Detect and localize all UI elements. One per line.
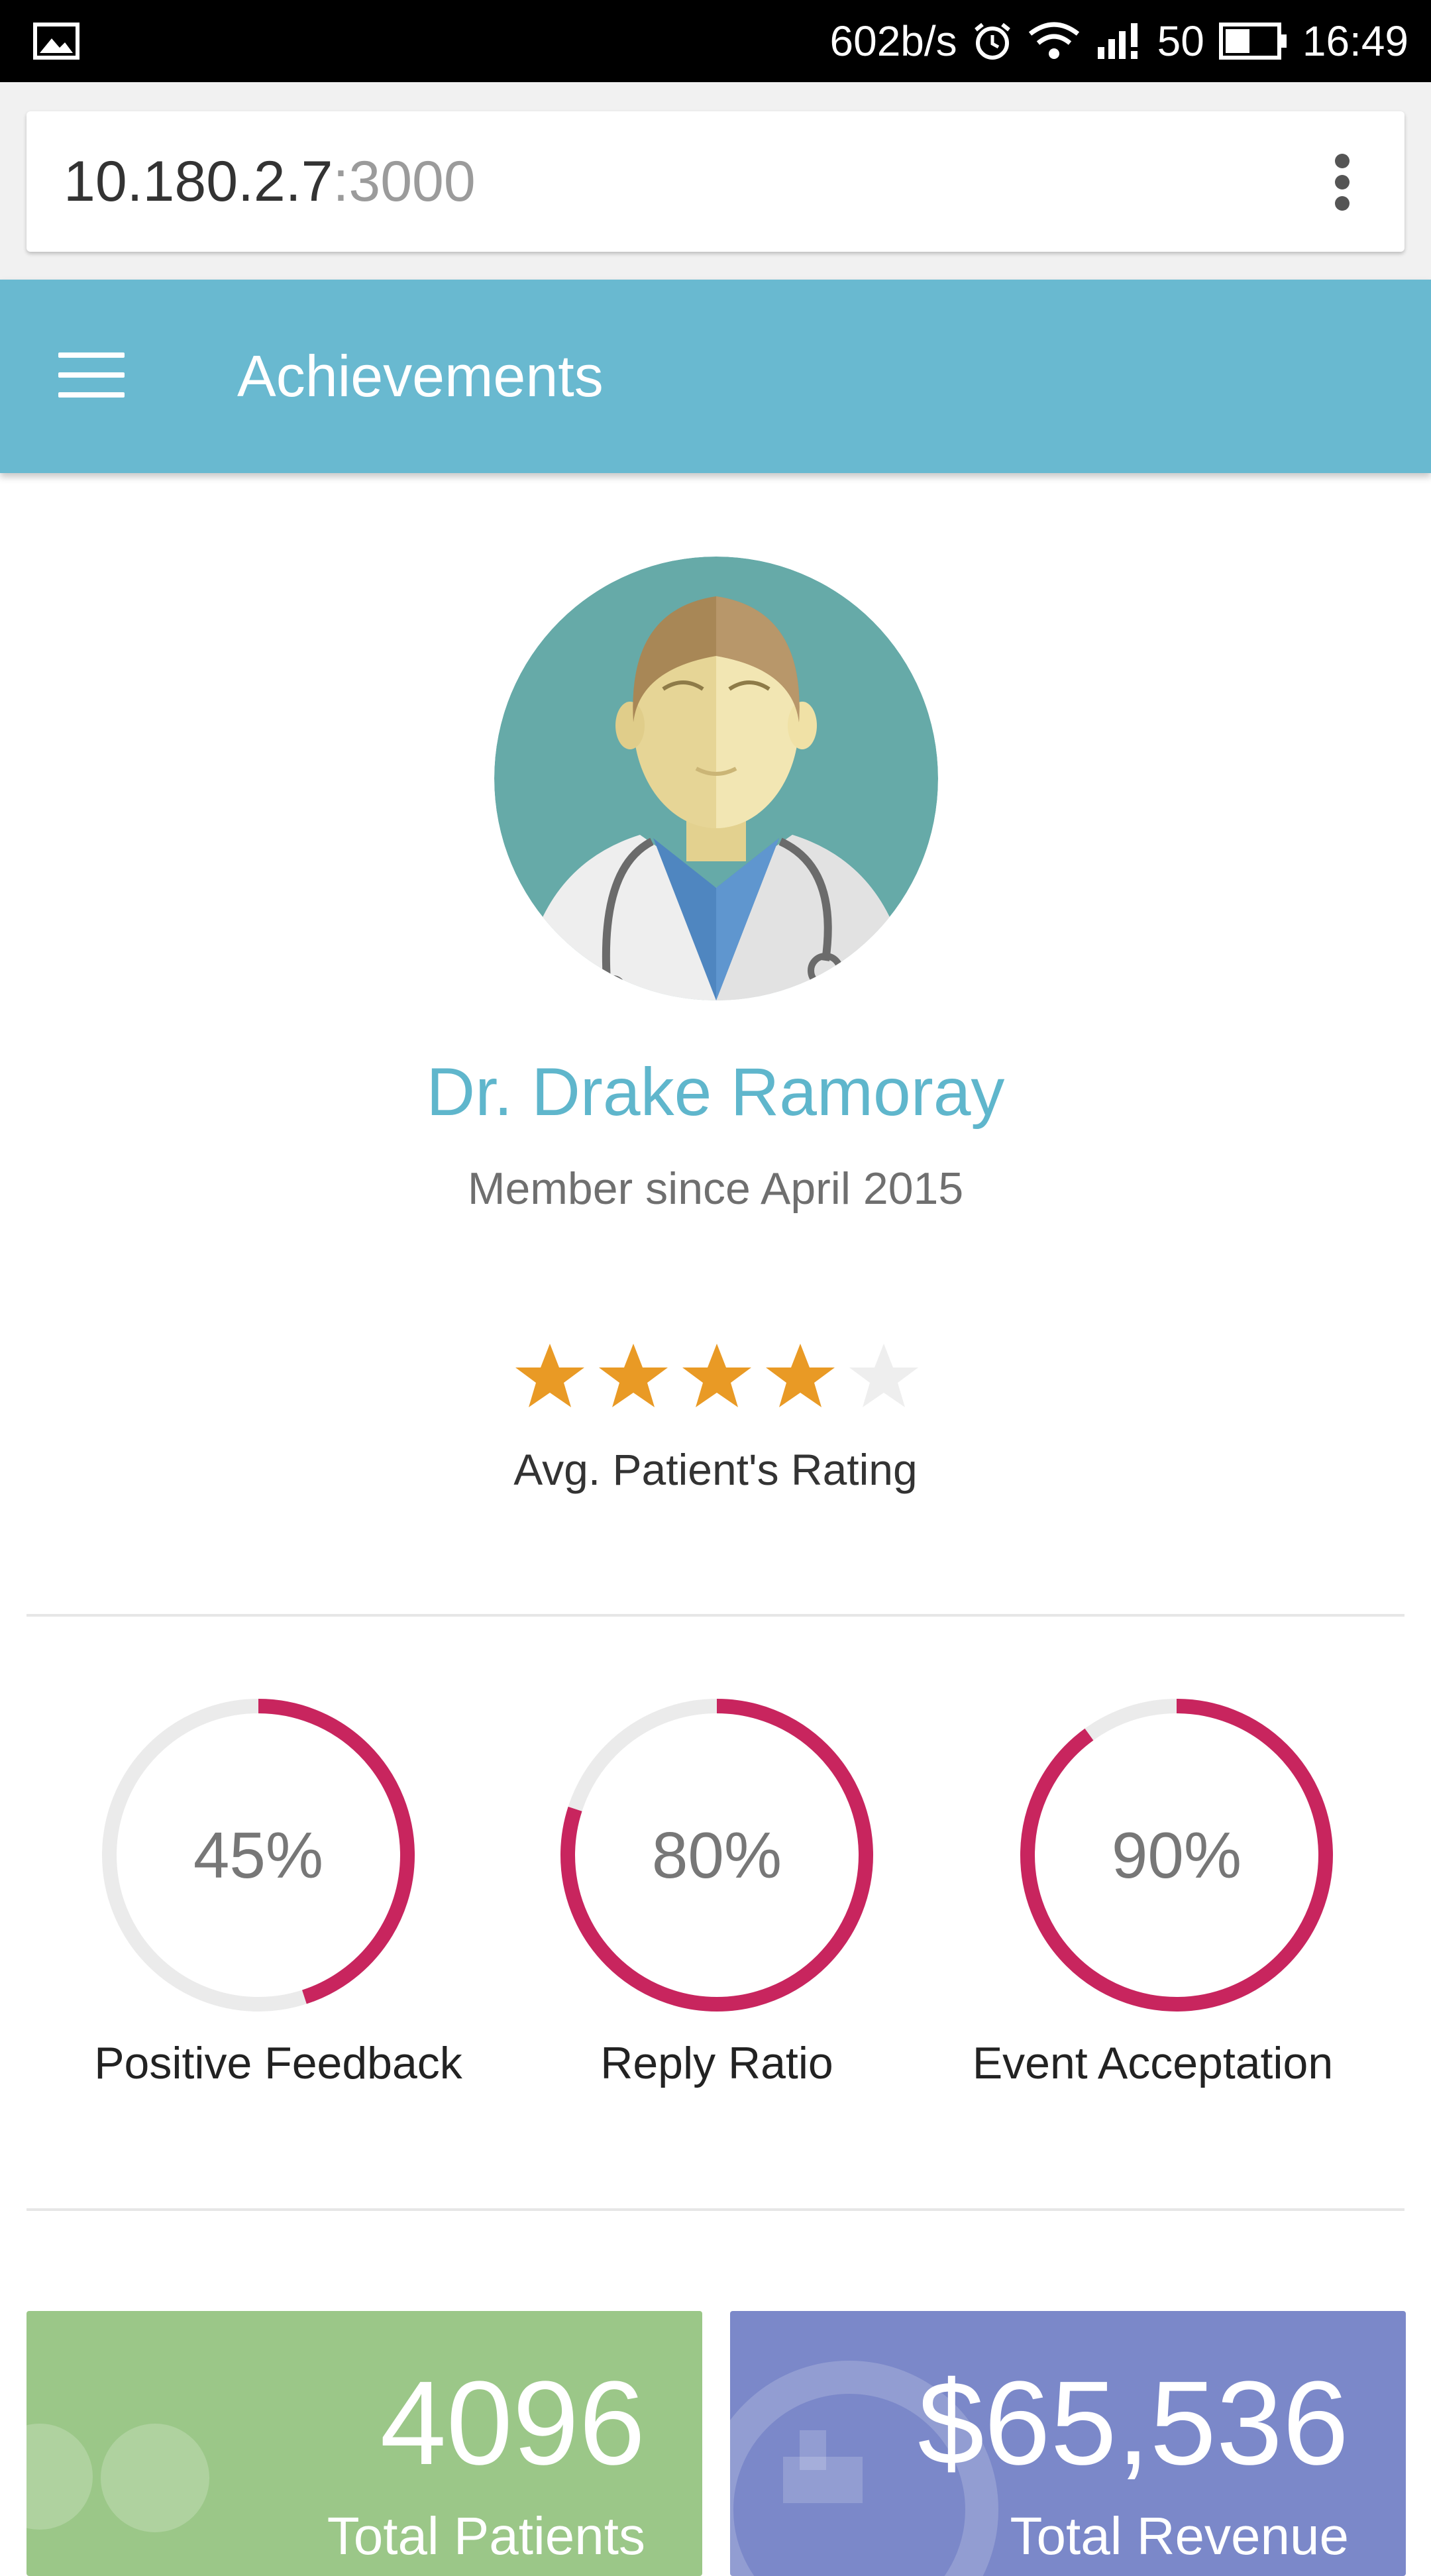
alarm-icon — [974, 23, 1010, 60]
section-divider — [26, 1614, 1404, 1617]
stat-value: $65,536 — [918, 2357, 1349, 2490]
network-speed: 602b/s — [829, 17, 957, 65]
star-filled-icon — [766, 1344, 835, 1407]
star-filled-icon — [599, 1344, 668, 1407]
metric-value: 90% — [1111, 1819, 1242, 1892]
metric-value: 80% — [651, 1819, 782, 1892]
more-vert-icon[interactable] — [1329, 154, 1355, 211]
app-bar: Achievements — [0, 280, 1431, 473]
member-since: Member since April 2015 — [467, 1163, 964, 1214]
decorative-circle — [26, 2424, 93, 2530]
address-bar[interactable]: 10.180.2.7:3000 — [26, 111, 1404, 252]
stat-value: 4096 — [380, 2357, 645, 2490]
browser-toolbar: 10.180.2.7:3000 — [0, 82, 1431, 280]
rating-stars — [510, 1338, 924, 1418]
doctor-avatar — [494, 557, 938, 1000]
clock: 16:49 — [1302, 17, 1408, 65]
rating-label: Avg. Patient's Rating — [513, 1445, 918, 1494]
wifi-icon — [1028, 22, 1079, 59]
metric-label: Reply Ratio — [600, 2038, 833, 2088]
page-title: Achievements — [237, 343, 604, 409]
battery-icon — [1218, 23, 1287, 60]
url-text[interactable]: 10.180.2.7:3000 — [64, 111, 476, 252]
status-bar: 602b/s 50 16:49 — [0, 0, 1431, 82]
metric-value: 45% — [193, 1819, 324, 1892]
metric-label: Event Acceptation — [972, 2038, 1334, 2088]
metric-label: Positive Feedback — [94, 2038, 462, 2088]
battery-level: 50 — [1157, 17, 1204, 65]
stat-label: Total Revenue — [1010, 2506, 1349, 2565]
image-icon — [33, 23, 80, 60]
url-port: :3000 — [333, 150, 476, 213]
stat-label: Total Patients — [327, 2506, 645, 2565]
metric-ring-positive-feedback: 45% — [99, 1696, 417, 2014]
stat-card-total-revenue: $65,536 Total Revenue — [730, 2311, 1406, 2576]
url-host: 10.180.2.7 — [64, 150, 333, 213]
decorative-circle — [101, 2424, 209, 2532]
status-icons: 602b/s 50 16:49 — [830, 0, 1409, 82]
hamburger-menu-icon[interactable] — [58, 352, 125, 400]
metric-ring-reply-ratio: 80% — [558, 1696, 876, 2014]
star-filled-icon — [515, 1344, 584, 1407]
metric-ring-event-acceptation: 90% — [1018, 1696, 1336, 2014]
doctor-name: Dr. Drake Ramoray — [426, 1054, 1005, 1130]
section-divider — [26, 2208, 1404, 2211]
star-filled-icon — [682, 1344, 751, 1407]
signal-icon — [1097, 23, 1138, 59]
stat-card-total-patients: 4096 Total Patients — [26, 2311, 702, 2576]
star-empty-icon — [849, 1344, 918, 1407]
